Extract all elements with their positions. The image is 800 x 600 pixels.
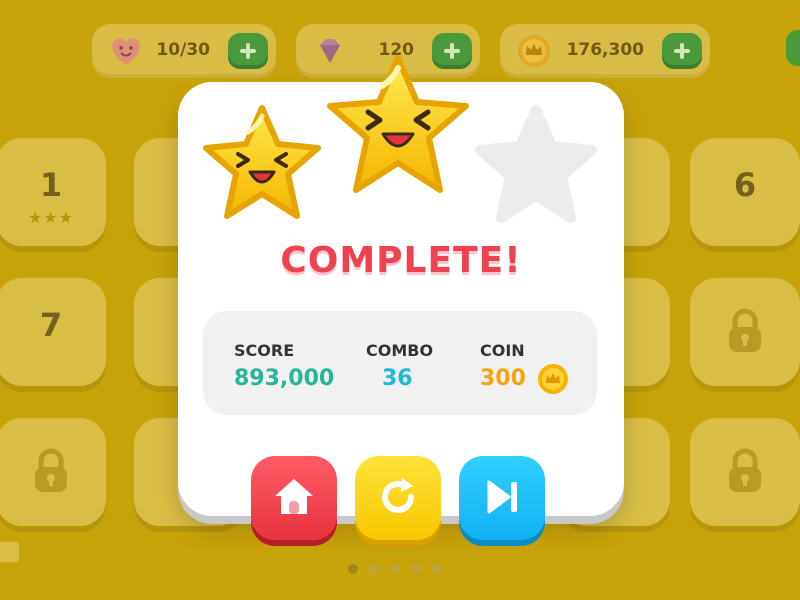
level-tile-12[interactable]	[690, 278, 800, 386]
replay-icon	[382, 478, 414, 513]
score-value: 893,000	[234, 366, 335, 391]
page-dot[interactable]	[432, 564, 442, 574]
add-coins-button[interactable]	[662, 33, 702, 69]
lock-icon	[35, 448, 67, 492]
level-tile-1[interactable]: 1 ★★★	[0, 138, 106, 246]
coin-label: COIN	[480, 341, 525, 360]
crown-coin-icon	[538, 364, 568, 394]
hearts-value: 10/30	[156, 40, 210, 60]
page-indicator	[348, 564, 442, 574]
chat-bubble-icon[interactable]	[0, 538, 20, 568]
earned-star-icon	[203, 105, 321, 219]
home-button[interactable]	[251, 456, 337, 540]
coins-counter: 176,300	[500, 24, 710, 78]
combo-value: 36	[382, 366, 413, 391]
level-number: 1	[39, 166, 63, 204]
level-stars: ★★★	[27, 208, 75, 227]
coin-value: 300	[480, 366, 526, 391]
side-button[interactable]	[786, 30, 800, 66]
level-tile-13[interactable]	[0, 418, 106, 526]
stats-panel: SCORE 893,000 COMBO 36 COIN 300	[203, 311, 597, 415]
lock-icon	[729, 308, 761, 352]
page-dot[interactable]	[390, 564, 400, 574]
crown-coin-icon	[518, 35, 550, 67]
home-icon	[275, 479, 313, 514]
lock-icon	[729, 448, 761, 492]
hearts-counter: 10/30	[92, 24, 276, 78]
level-tile-6[interactable]: 6	[690, 138, 800, 246]
score-label: SCORE	[234, 341, 295, 360]
level-number: 7	[39, 306, 63, 344]
level-tile-7[interactable]: 7	[0, 278, 106, 386]
level-number: 6	[733, 166, 757, 204]
level-tile-18[interactable]	[690, 418, 800, 526]
heart-face-icon	[112, 38, 140, 65]
empty-star-icon	[475, 105, 597, 223]
skip-next-icon	[487, 480, 517, 514]
add-hearts-button[interactable]	[228, 33, 268, 69]
earned-star-icon	[327, 55, 469, 193]
result-title: COMPLETE!	[280, 240, 522, 281]
replay-button[interactable]	[355, 456, 441, 540]
coins-value: 176,300	[566, 40, 644, 60]
page-dot[interactable]	[348, 564, 358, 574]
page-dot[interactable]	[369, 564, 379, 574]
next-level-button[interactable]	[459, 456, 545, 540]
combo-label: COMBO	[366, 341, 434, 360]
page-dot[interactable]	[411, 564, 421, 574]
